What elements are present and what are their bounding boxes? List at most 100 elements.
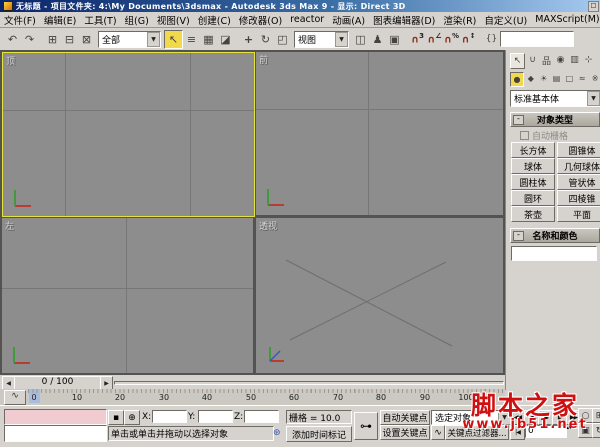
viewport-label[interactable]: 顶 bbox=[6, 54, 15, 67]
zoom-extents-button[interactable]: ▣ bbox=[578, 423, 593, 438]
angle-snap-button[interactable]: ∩∠ bbox=[426, 31, 443, 48]
menu-group[interactable]: 组(G) bbox=[125, 13, 149, 27]
viewport-label[interactable]: 左 bbox=[5, 219, 14, 232]
cone-button[interactable]: 圆锥体 bbox=[557, 142, 600, 158]
tube-button[interactable]: 管状体 bbox=[557, 174, 600, 190]
tab-utilities[interactable]: ⊹ bbox=[582, 53, 595, 67]
coord-x-field[interactable] bbox=[152, 410, 187, 423]
transform-lock-button[interactable]: ▪ bbox=[108, 410, 124, 425]
cylinder-button[interactable]: 圆柱体 bbox=[511, 174, 555, 190]
set-key-toggle-button[interactable]: ⊶ bbox=[354, 412, 378, 440]
menu-modifiers[interactable]: 修改器(O) bbox=[239, 13, 282, 27]
time-slider-track[interactable] bbox=[114, 381, 504, 385]
select-by-name-button[interactable]: ≡ bbox=[183, 31, 200, 48]
plane-button[interactable]: 平面 bbox=[557, 206, 600, 222]
select-object-button[interactable]: ↖ bbox=[164, 29, 183, 49]
edit-named-selection-sets-button[interactable]: {} bbox=[483, 31, 500, 48]
primitive-category-dropdown[interactable]: 标准基本体 ▼ bbox=[510, 90, 600, 107]
box-button[interactable]: 长方体 bbox=[511, 142, 555, 158]
window-control-button[interactable]: □ bbox=[588, 1, 599, 12]
sphere-button[interactable]: 球体 bbox=[511, 158, 555, 174]
torus-button[interactable]: 圆环 bbox=[511, 190, 555, 206]
play-button[interactable]: ▶ bbox=[538, 410, 553, 425]
teapot-button[interactable]: 茶壶 bbox=[511, 206, 555, 222]
select-and-scale-button[interactable]: ◰ bbox=[274, 31, 291, 48]
select-and-rotate-button[interactable]: ↻ bbox=[257, 31, 274, 48]
viewport-label[interactable]: 前 bbox=[259, 53, 268, 66]
time-slider-handle[interactable]: 0 / 100 bbox=[14, 376, 101, 390]
snap-toggle-3d-button[interactable]: ∩3 bbox=[409, 31, 426, 48]
unlink-selection-button[interactable]: ⊟ bbox=[61, 31, 78, 48]
viewport-front[interactable]: 前 bbox=[256, 52, 503, 215]
track-bar[interactable]: ∿ 0 10 20 30 40 50 60 70 80 90 100 bbox=[0, 389, 505, 406]
viewport-top[interactable]: 顶 bbox=[2, 52, 255, 217]
category-systems[interactable]: ※ bbox=[589, 72, 600, 85]
collapse-icon[interactable]: - bbox=[513, 231, 524, 241]
coord-z-field[interactable] bbox=[244, 410, 279, 423]
key-filters-button[interactable]: 关键点过滤器... bbox=[445, 425, 509, 440]
menu-graph-editors[interactable]: 图表编辑器(D) bbox=[373, 13, 435, 27]
zoom-button[interactable]: ○ bbox=[578, 408, 593, 423]
time-slider-next-button[interactable]: ▶ bbox=[100, 376, 113, 390]
viewport-perspective[interactable]: 透视 bbox=[256, 218, 503, 373]
select-and-manipulate-button[interactable]: ♟ bbox=[369, 31, 386, 48]
redo-button[interactable]: ↷ bbox=[21, 31, 38, 48]
tab-motion[interactable]: ◉ bbox=[554, 53, 567, 67]
menu-create[interactable]: 创建(C) bbox=[198, 13, 231, 27]
rectangular-selection-region-button[interactable]: ▦ bbox=[200, 31, 217, 48]
tab-display[interactable]: ▥ bbox=[568, 53, 581, 67]
menu-reactor[interactable]: reactor bbox=[290, 14, 324, 25]
coord-y-field[interactable] bbox=[198, 410, 233, 423]
add-time-tag-button[interactable]: 添加时间标记 bbox=[286, 426, 352, 442]
menu-rendering[interactable]: 渲染(R) bbox=[443, 13, 476, 27]
menu-tools[interactable]: 工具(T) bbox=[84, 13, 116, 27]
previous-frame-button[interactable]: ◀| bbox=[524, 410, 539, 425]
named-selection-field[interactable] bbox=[500, 31, 574, 47]
auto-key-button[interactable]: 自动关键点 bbox=[380, 410, 430, 425]
go-to-start-button[interactable]: ◀◀ bbox=[510, 410, 525, 425]
category-space-warps[interactable]: ≈ bbox=[576, 72, 588, 85]
menu-edit[interactable]: 编辑(E) bbox=[44, 13, 76, 27]
set-key-button[interactable]: 设置关键点 bbox=[380, 425, 430, 440]
use-pivot-point-center-button[interactable]: ◫ bbox=[352, 31, 369, 48]
selection-lock-toggle[interactable]: ⊛ bbox=[273, 428, 281, 438]
menu-views[interactable]: 视图(V) bbox=[157, 13, 190, 27]
collapse-icon[interactable]: - bbox=[513, 115, 524, 125]
undo-button[interactable]: ↶ bbox=[4, 31, 21, 48]
menu-animation[interactable]: 动画(A) bbox=[332, 13, 365, 27]
tab-hierarchy[interactable]: 品 bbox=[540, 53, 553, 67]
percent-snap-button[interactable]: ∩% bbox=[443, 31, 460, 48]
spinner-snap-button[interactable]: ∩↕ bbox=[460, 31, 477, 48]
bind-to-space-warp-button[interactable]: ⊠ bbox=[78, 31, 95, 48]
select-and-move-button[interactable]: + bbox=[240, 31, 257, 48]
viewport-left[interactable]: 左 bbox=[2, 218, 253, 373]
keyboard-shortcut-override-button[interactable]: ▣ bbox=[386, 31, 403, 48]
maxscript-mini-listener-white[interactable] bbox=[4, 425, 107, 442]
geosphere-button[interactable]: 几何球体 bbox=[557, 158, 600, 174]
object-name-field[interactable] bbox=[511, 246, 597, 261]
menu-file[interactable]: 文件(F) bbox=[4, 13, 36, 27]
category-helpers[interactable]: □ bbox=[563, 72, 575, 85]
window-crossing-button[interactable]: ◪ bbox=[217, 31, 234, 48]
menu-customize[interactable]: 自定义(U) bbox=[484, 13, 527, 27]
frame-spinner[interactable]: ▴▾ bbox=[565, 425, 573, 438]
category-geometry[interactable]: ● bbox=[510, 72, 524, 87]
tab-modify[interactable]: ∪ bbox=[526, 53, 539, 67]
name-color-rollout[interactable]: - 名称和颜色 bbox=[510, 228, 600, 243]
key-mode-toggle-button[interactable]: |◀ bbox=[510, 425, 525, 440]
category-cameras[interactable]: ▤ bbox=[551, 72, 563, 85]
viewport-label[interactable]: 透视 bbox=[259, 219, 277, 232]
arc-rotate-button[interactable]: ↻ bbox=[592, 423, 600, 438]
selection-filter-dropdown[interactable]: 全部 ▼ bbox=[98, 30, 161, 48]
key-filter-selection-dropdown[interactable]: 选定对象 ▼ bbox=[431, 410, 512, 425]
absolute-mode-transform-button[interactable]: ⊕ bbox=[124, 410, 140, 425]
menu-maxscript[interactable]: MAXScript(M) bbox=[535, 14, 599, 25]
category-lights[interactable]: ☀ bbox=[538, 72, 550, 85]
maxscript-mini-listener-pink[interactable] bbox=[4, 409, 107, 425]
category-shapes[interactable]: ◆ bbox=[525, 72, 537, 85]
object-type-rollout[interactable]: - 对象类型 bbox=[510, 112, 600, 127]
zoom-all-button[interactable]: ⊞ bbox=[592, 408, 600, 423]
autogrid-checkbox[interactable] bbox=[520, 131, 529, 140]
reference-coordinate-dropdown[interactable]: 视图 ▼ bbox=[294, 30, 349, 48]
current-frame-field[interactable]: 0 bbox=[525, 425, 567, 438]
